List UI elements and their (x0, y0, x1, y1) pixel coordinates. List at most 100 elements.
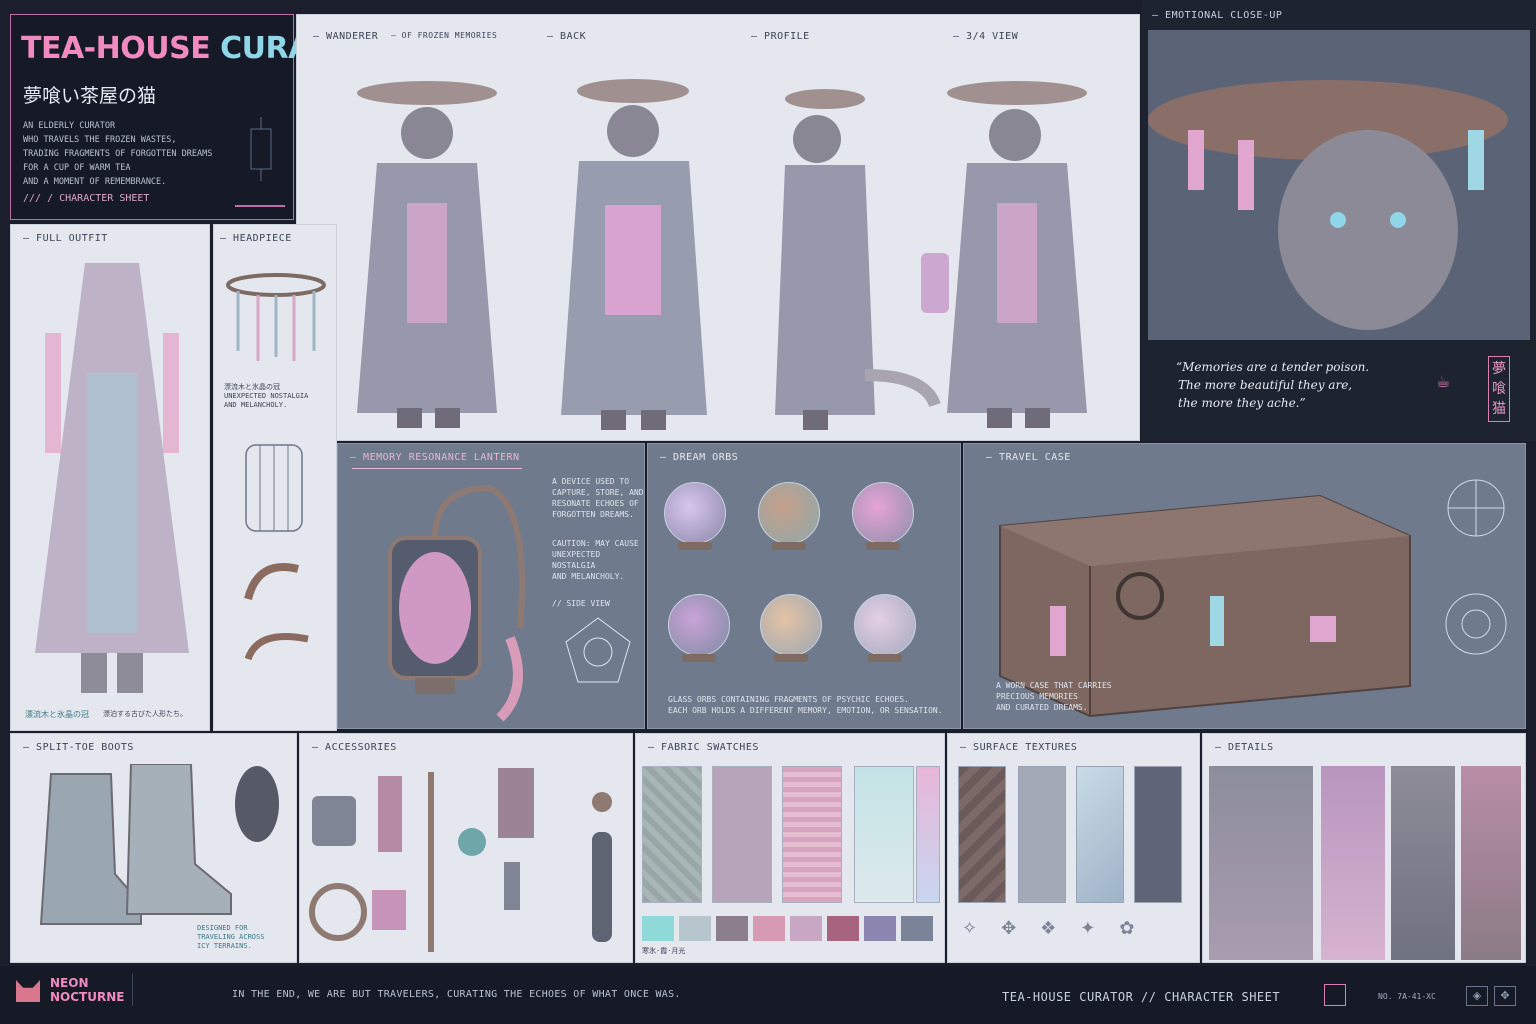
travel-case-panel: TRAVEL CASE A WORN CASE THAT CARRIES PRE… (963, 443, 1526, 729)
orbs-caption-line: GLASS ORBS CONTAINING FRAGMENTS OF PSYCH… (668, 695, 909, 704)
palette-swatch (827, 916, 859, 941)
lantern-panel: MEMORY RESONANCE LANTERN A DEVICE USED T… (337, 443, 645, 729)
fabric-panel: FABRIC SWATCHES 寒氷·霞·月光 (635, 733, 945, 963)
palette-swatch (642, 916, 674, 941)
seal-stamp: 夢喰猫 (1488, 356, 1510, 422)
boots-caption-line: ICY TERRAINS. (197, 942, 252, 950)
description-line: AND A MOMENT OF REMEMBRANCE. (23, 177, 167, 187)
orbs-caption: GLASS ORBS CONTAINING FRAGMENTS OF PSYCH… (668, 694, 943, 716)
orb-stand (772, 542, 806, 550)
footer-sheet-number: NO. 7A-41-XC (1378, 992, 1436, 1001)
lantern-desc-line: A DEVICE USED TO (552, 477, 630, 486)
lantern-caution-line: AND MELANCHOLY. (552, 572, 625, 581)
teacup-icon: ☕ (1436, 372, 1451, 391)
lantern-side-view-label: // SIDE VIEW (552, 599, 610, 608)
label-wanderer-sub: OF FROZEN MEMORIES (391, 31, 497, 40)
brand-logo: NEON NOCTURNE (50, 976, 124, 1004)
orbs-caption-line: EACH ORB HOLDS A DIFFERENT MEMORY, EMOTI… (668, 706, 943, 715)
closeup-panel: EMOTIONAL CLOSE-UP “Memories are a tende… (1142, 0, 1536, 441)
title-part-1: TEA-HOUSE (21, 31, 211, 66)
cat-logo-icon (16, 980, 40, 1002)
front-view-figure (357, 81, 497, 428)
fabric-swatch (642, 766, 702, 903)
dream-orb (664, 482, 726, 544)
quote-line: The more beautiful they are, (1178, 378, 1353, 392)
footer-seal-icon (1324, 984, 1346, 1006)
palette-swatch (864, 916, 896, 941)
label-closeup: EMOTIONAL CLOSE-UP (1152, 10, 1282, 21)
description-line: WHO TRAVELS THE FROZEN WASTES, (23, 135, 177, 145)
label-headpiece: HEADPIECE (220, 233, 292, 244)
boots-caption-line: DESIGNED FOR (197, 924, 248, 932)
outfit-illustration (35, 263, 189, 693)
label-accessories: ACCESSORIES (312, 742, 397, 753)
lantern-desc-line: CAPTURE, STORE, AND (552, 488, 644, 497)
orb-stand (868, 654, 902, 662)
travel-case-caption-line: AND CURATED DREAMS. (996, 703, 1088, 712)
description-line: FOR A CUP OF WARM TEA (23, 163, 131, 173)
lantern-side-view-sketch (565, 617, 631, 683)
boots-caption-line: TRAVELING ACROSS (197, 933, 265, 941)
description-line: TRADING FRAGMENTS OF FORGOTTEN DREAMS (23, 149, 213, 159)
cage-lantern-sketch (244, 444, 309, 661)
accessories-illustration (309, 768, 612, 952)
detail-crop (1391, 766, 1455, 960)
label-fabric: FABRIC SWATCHES (648, 742, 759, 753)
textures-panel: SURFACE TEXTURES ✧✥❖✦✿ (947, 733, 1200, 963)
title-divider (235, 205, 285, 207)
label-back: BACK (547, 31, 586, 42)
dream-orb (854, 594, 916, 656)
full-outfit-panel: FULL OUTFIT 漂流木と氷晶の冠 漂泊する古びた人形たち。 (10, 224, 210, 731)
fabric-note: 寒氷·霞·月光 (642, 947, 686, 955)
description-line: AN ELDERLY CURATOR (23, 121, 116, 131)
three-quarter-view-figure (921, 81, 1087, 428)
palette-swatch (716, 916, 748, 941)
label-dream-orbs: DREAM ORBS (660, 452, 738, 463)
details-panel: DETAILS (1202, 733, 1526, 963)
quote-line: “Memories are a tender poison. (1176, 360, 1370, 374)
boots-caption: DESIGNED FOR TRAVELING ACROSS ICY TERRAI… (197, 924, 264, 951)
headpiece-note: 漂流木と氷晶の冠 UNEXPECTED NOSTALGIA AND MELANC… (224, 383, 308, 410)
brand-line: NEON (50, 976, 89, 990)
closeup-portrait (1148, 30, 1530, 340)
dream-orb (852, 482, 914, 544)
palette-swatch (753, 916, 785, 941)
lantern-caution-line: UNEXPECTED NOSTALGIA (552, 550, 601, 570)
title-japanese: 夢喰い茶屋の猫 (23, 85, 157, 107)
label-profile: PROFILE (751, 31, 810, 42)
fabric-swatch (854, 766, 914, 903)
palette-swatch (679, 916, 711, 941)
boots-illustration (39, 764, 279, 925)
lantern-description: A DEVICE USED TO CAPTURE, STORE, AND RES… (552, 476, 644, 520)
ornament-icons: ✧✥❖✦✿ (962, 918, 1159, 939)
texture-sample (1018, 766, 1066, 903)
palette-swatch (790, 916, 822, 941)
lantern-caution-line: CAUTION: MAY CAUSE (552, 539, 639, 548)
boots-panel: SPLIT-TOE BOOTS DESIGNED FOR TRAVELING A… (10, 733, 297, 963)
label-textures: SURFACE TEXTURES (960, 742, 1077, 753)
orb-stand (866, 542, 900, 550)
lantern-sketch-icon (250, 117, 272, 181)
dream-orb (758, 482, 820, 544)
headpiece-note-line: AND MELANCHOLY. (224, 401, 288, 409)
orb-stand (678, 542, 712, 550)
label-three-quarter: 3/4 VIEW (953, 31, 1018, 42)
dream-orbs-panel: DREAM ORBS GLASS ORBS CONTAINING FRAGMEN… (647, 443, 961, 729)
texture-sample (958, 766, 1006, 903)
outfit-caption-jp: 漂流木と氷晶の冠 (25, 710, 89, 719)
lantern-desc-line: FORGOTTEN DREAMS. (552, 510, 634, 519)
brand-line: NOCTURNE (50, 990, 125, 1004)
label-lantern: MEMORY RESONANCE LANTERN (350, 452, 520, 463)
footer-sheet-title: TEA-HOUSE CURATOR // CHARACTER SHEET (1002, 990, 1281, 1004)
lantern-desc-line: RESONATE ECHOES OF (552, 499, 639, 508)
dream-orb (760, 594, 822, 656)
closeup-quote: “Memories are a tender poison. The more … (1176, 358, 1369, 412)
outfit-caption-note: 漂泊する古びた人形たち。 (103, 710, 187, 718)
headpiece-note-line: UNEXPECTED NOSTALGIA (224, 392, 309, 400)
detail-crop (1461, 766, 1521, 960)
emblem-icon: ✥ (1494, 986, 1516, 1006)
dream-orb (668, 594, 730, 656)
texture-sample (1134, 766, 1182, 903)
cat-portrait-image (1148, 80, 1508, 330)
travel-case-caption-line: A WORN CASE THAT CARRIES (996, 681, 1112, 690)
